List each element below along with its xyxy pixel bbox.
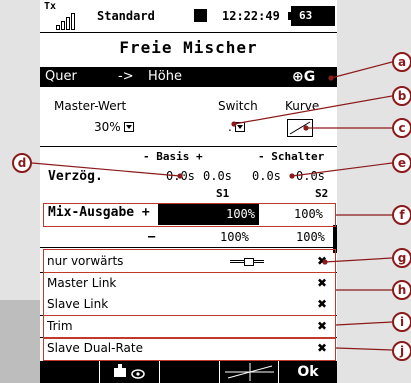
callout-j: j (392, 341, 411, 361)
mixer-to: Höhe (148, 69, 182, 84)
function-key-bar: Ok (40, 361, 337, 383)
switch-label: Switch (218, 99, 258, 113)
background-shade (0, 300, 40, 383)
highlight-box-g (43, 249, 336, 273)
basis-plus[interactable]: 0.0s (203, 169, 232, 183)
clock: 12:22:49 (222, 9, 280, 23)
highlight-box-f (43, 203, 336, 227)
master-value-label: Master-Wert (54, 99, 127, 113)
callout-a: a (392, 52, 411, 72)
master-value-field[interactable]: 30% (94, 120, 134, 134)
s2-header: S2 (315, 187, 329, 200)
tx-label: Tx (44, 1, 57, 12)
mixer-arrow: -> (118, 69, 134, 84)
dropdown-icon (234, 122, 245, 132)
mix-output-minus-s2[interactable]: 100% (296, 230, 325, 244)
function-key-2[interactable] (100, 361, 160, 383)
schalter-header: - Schalter (258, 150, 325, 163)
highlight-box-j (43, 338, 336, 361)
callout-f: f (392, 205, 411, 225)
page-title: Freie Mischer (119, 38, 258, 57)
flight-mode-icon[interactable]: ⊕G (292, 67, 315, 87)
divider (40, 146, 337, 147)
basis-header: - Basis + (143, 150, 203, 163)
callout-d: d (12, 153, 32, 173)
callout-e: e (392, 153, 411, 173)
callout-b: b (392, 86, 411, 106)
curve-graph-icon (225, 363, 274, 381)
callout-g: g (392, 248, 411, 268)
mixer-selection-bar[interactable]: Quer -> Höhe ⊕G (40, 67, 337, 87)
dropdown-icon (123, 122, 134, 132)
divider (40, 247, 337, 248)
callout-i: i (392, 312, 411, 332)
curve-label: Kurve (285, 99, 320, 113)
function-key-4[interactable] (220, 361, 279, 383)
highlight-box-i (43, 315, 336, 338)
servo-view-icon (114, 364, 145, 379)
mix-output-minus-label: — (148, 229, 156, 243)
switch-field[interactable]: . (228, 120, 245, 134)
signal-bars-icon (56, 10, 75, 30)
battery-indicator: 63 (288, 6, 335, 26)
switch-value: . (228, 120, 232, 134)
record-icon (194, 9, 207, 22)
s1-header: S1 (216, 187, 230, 200)
tx-signal-indicator: Tx (44, 2, 94, 30)
callout-h: h (392, 280, 411, 300)
highlight-box-h (43, 272, 336, 316)
curve-icon (289, 121, 311, 135)
schalter-plus[interactable]: 0.0s (296, 169, 325, 183)
battery-value: 63 (299, 9, 313, 22)
function-key-3[interactable] (160, 361, 220, 383)
callout-c: c (392, 118, 411, 138)
model-name[interactable]: Standard (97, 9, 155, 23)
schalter-minus[interactable]: 0.0s (252, 169, 281, 183)
basis-minus[interactable]: 0.0s (166, 169, 195, 183)
battery-icon (288, 12, 291, 20)
mixer-from: Quer (45, 69, 77, 84)
curve-button[interactable] (287, 119, 313, 137)
ok-button[interactable]: Ok (279, 361, 337, 383)
master-value: 30% (94, 120, 121, 134)
status-bar: Tx Standard 12:22:49 63 (40, 0, 337, 33)
delay-label: Verzög. (48, 169, 103, 184)
mix-output-minus-s1[interactable]: 100% (220, 230, 249, 244)
function-key-1[interactable] (40, 361, 100, 383)
